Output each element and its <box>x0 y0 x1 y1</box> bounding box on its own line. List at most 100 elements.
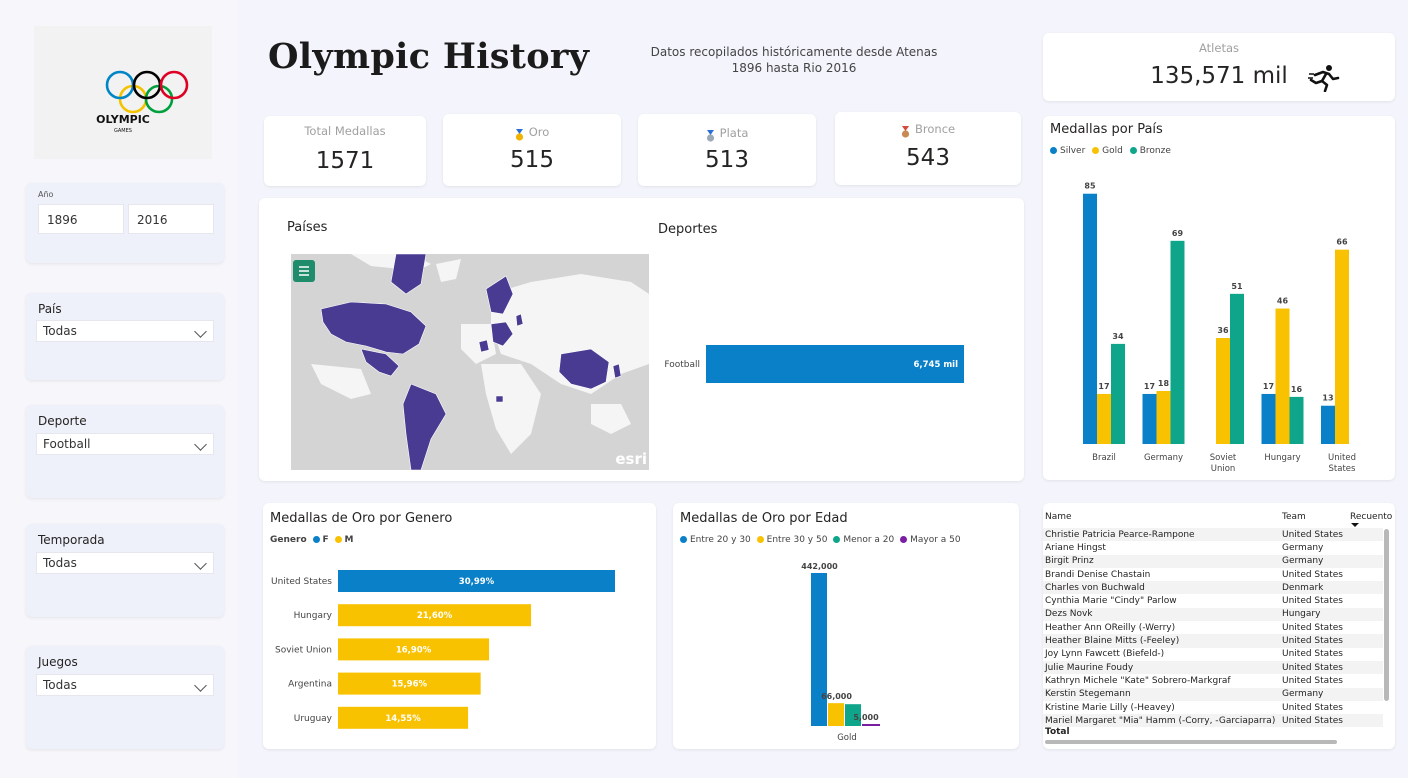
country-dropdown[interactable]: Todas <box>36 320 214 342</box>
games-filter-label: Juegos <box>38 655 78 669</box>
athletes-kpi-label: Atletas <box>1199 41 1239 55</box>
count-cell <box>1350 688 1383 701</box>
table-row[interactable]: Heather Ann OReilly (-Werry) United State… <box>1043 621 1383 634</box>
column-header-count[interactable]: Recuento <box>1350 512 1392 522</box>
category-label: United <box>1328 453 1356 463</box>
athletes-table-card: Name Team Recuento Christie Patricia Pea… <box>1043 503 1395 749</box>
gold-by-age-legend: Entre 20 y 30 Entre 30 y 50 Menor a 20 M… <box>680 535 961 545</box>
table-row[interactable]: Brandi Denise Chastain United States <box>1043 568 1383 581</box>
athlete-name-cell: Julie Maurine Foudy <box>1045 662 1134 673</box>
table-row[interactable]: Mariel Margaret "Mia" Hamm (-Corry, -Gar… <box>1043 714 1383 728</box>
athlete-name-cell: Kerstin Stegemann <box>1045 689 1131 700</box>
olympic-logo: OLYMPIC GAMES <box>34 26 212 159</box>
chevron-down-icon <box>194 325 207 338</box>
medals-by-country-legend: Silver Gold Bronze <box>1050 146 1171 156</box>
bar-gold <box>1275 308 1290 444</box>
category-label: Union <box>1211 464 1236 474</box>
table-row[interactable]: Cynthia Marie "Cindy" Parlow United State… <box>1043 594 1383 607</box>
count-cell <box>1350 568 1383 581</box>
bar-silver <box>1083 193 1097 444</box>
year-to-input[interactable]: 2016 <box>128 204 214 234</box>
table-row[interactable]: Heather Blaine Mitts (-Feeley) United Sta… <box>1043 634 1383 648</box>
bar-silver <box>1321 405 1335 444</box>
table-row[interactable]: Kerstin Stegemann Germany <box>1043 687 1383 701</box>
chevron-down-icon <box>194 438 207 451</box>
athlete-name-cell: Mariel Margaret "Mia" Hamm (-Corry, -Gar… <box>1045 715 1276 726</box>
count-cell <box>1350 621 1383 634</box>
silver-kpi-card: Plata 513 <box>638 114 816 186</box>
legend-title: Genero <box>270 535 307 545</box>
season-dropdown[interactable]: Todas <box>36 552 214 574</box>
team-cell: Hungary <box>1282 609 1321 620</box>
column-header-team[interactable]: Team <box>1282 512 1306 522</box>
bar-gold <box>1156 391 1171 444</box>
bar-value-label: 51 <box>1231 282 1243 291</box>
table-total-label: Total <box>1045 727 1070 737</box>
category-label: United States <box>271 577 332 587</box>
category-label: Gold <box>837 733 857 743</box>
legend-label-gold: Gold <box>1102 146 1123 156</box>
bar-silver <box>1261 393 1276 444</box>
bar-value-label: 66 <box>1336 238 1348 247</box>
games-dropdown[interactable]: Todas <box>36 674 214 696</box>
medals-by-country-chart: 851734Brazil17 1869Germany3651SovietUnion… <box>1083 182 1356 474</box>
team-cell: Denmark <box>1282 582 1324 593</box>
sports-title: Deportes <box>658 222 718 237</box>
table-row[interactable]: Joy Lynn Fawcett (Biefeld-) United States <box>1043 648 1383 661</box>
chevron-down-icon <box>194 557 207 570</box>
bar-value-label: 34 <box>1112 332 1124 341</box>
count-cell <box>1350 555 1383 568</box>
medals-by-country-title: Medallas por País <box>1050 122 1163 137</box>
table-row[interactable]: Charles von Buchwald Denmark <box>1043 581 1383 595</box>
bronze-kpi-header: Bronce <box>835 118 1021 138</box>
gold-by-age-title: Medallas de Oro por Edad <box>680 511 848 526</box>
table-row[interactable]: Christie Patricia Pearce-Rampone United S… <box>1043 528 1383 542</box>
table-row[interactable]: Birgit Prinz Germany <box>1043 554 1383 568</box>
table-row[interactable]: Dezs Novk Hungary <box>1043 607 1383 622</box>
legend-label-bronze: Bronze <box>1139 146 1171 156</box>
bar-value-label: 69 <box>1172 229 1184 238</box>
legend-dot-under-20 <box>833 536 841 543</box>
table-row[interactable]: Kathryn Michele "Kate" Sobrero-Markgraf U… <box>1043 674 1383 687</box>
sport-filter-label: Deporte <box>38 414 87 428</box>
horizontal-scrollbar[interactable] <box>1045 740 1337 744</box>
count-cell <box>1350 674 1383 687</box>
year-filter-label: Año <box>38 190 54 199</box>
countries-map[interactable]: esri <box>291 254 649 470</box>
bar-value-label: 14,55% <box>385 714 421 724</box>
gold-kpi-header: Oro <box>443 121 621 141</box>
silver-medal-icon <box>706 127 715 142</box>
silver-kpi-value: 513 <box>705 147 749 173</box>
legend-label-over-50: Mayor a 50 <box>910 535 961 545</box>
bronze-kpi-card: Bronce 543 <box>835 112 1021 185</box>
count-cell <box>1350 541 1383 554</box>
sports-bar-label: 6,745 mil <box>913 360 958 370</box>
legend-label-m: M <box>344 535 354 545</box>
bar-value-label: 66,000 <box>821 692 852 701</box>
count-cell <box>1350 701 1383 714</box>
world-map <box>311 254 649 470</box>
athlete-name-cell: Ariane Hingst <box>1045 542 1106 553</box>
legend-dot-30-50 <box>756 536 764 543</box>
season-filter: Temporada Todas <box>26 524 224 617</box>
map-menu-button[interactable] <box>293 260 315 282</box>
year-from-input[interactable]: 1896 <box>38 204 124 234</box>
legend-dot-f <box>312 536 320 543</box>
table-row[interactable]: Julie Maurine Foudy United States <box>1043 660 1383 675</box>
vertical-scrollbar[interactable] <box>1384 529 1389 701</box>
sport-dropdown[interactable]: Football <box>36 433 214 455</box>
season-filter-label: Temporada <box>38 533 105 547</box>
age-bar <box>862 724 880 726</box>
table-row[interactable]: Kristine Marie Lilly (-Heavey) United Sta… <box>1043 701 1383 714</box>
sort-desc-icon[interactable] <box>1351 523 1359 527</box>
legend-label-silver: Silver <box>1060 146 1086 156</box>
column-header-name[interactable]: Name <box>1045 512 1072 522</box>
legend-label-20-30: Entre 20 y 30 <box>690 535 751 545</box>
athlete-name-cell: Cynthia Marie "Cindy" Parlow <box>1045 596 1177 607</box>
bar-value-label: 36 <box>1217 326 1229 335</box>
country-filter-label: País <box>38 302 62 316</box>
team-cell: United States <box>1282 675 1343 686</box>
map-title: Países <box>287 220 328 235</box>
report-canvas: Olympic History Datos recopilados histór… <box>238 0 1408 778</box>
table-row[interactable]: Ariane Hingst Germany <box>1043 541 1383 554</box>
